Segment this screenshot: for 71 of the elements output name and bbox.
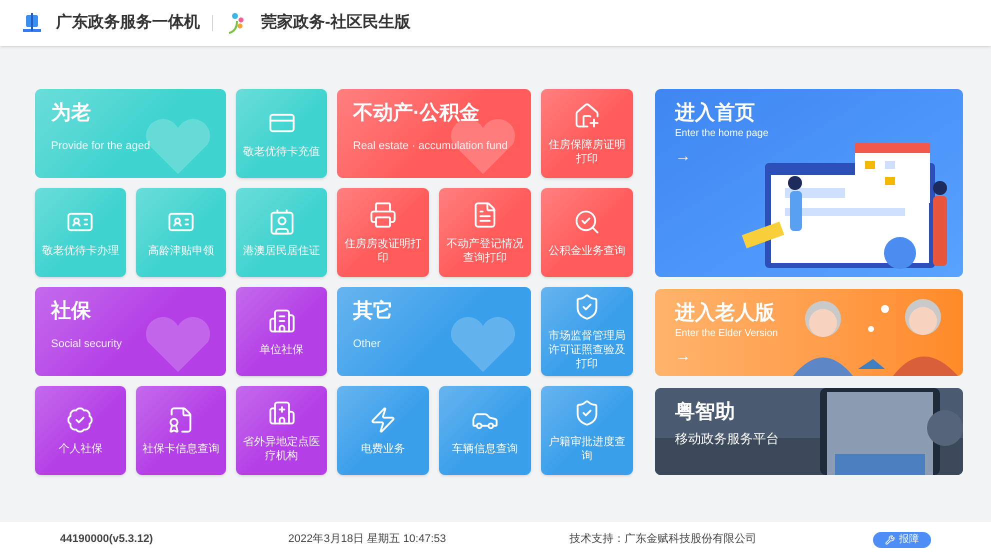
category-subtitle: Real estate · accumulation fund bbox=[353, 139, 509, 154]
entry-card[interactable]: 粤智助 移动政务服务平台 bbox=[655, 388, 963, 475]
arrow-glyph: → bbox=[675, 147, 691, 167]
service-tile[interactable]: 高龄津贴申领 bbox=[136, 188, 226, 277]
tile-label: 个人社保 bbox=[58, 442, 102, 456]
tile-label: 高龄津贴申领 bbox=[148, 244, 214, 258]
report-button[interactable]: 报障 bbox=[873, 532, 932, 548]
service-tile[interactable]: 市场监督管理局许可证照查验及打印 bbox=[541, 287, 633, 376]
service-tile[interactable]: 户籍审批进度查询 bbox=[541, 386, 633, 475]
service-icon bbox=[268, 208, 296, 236]
entry-card[interactable]: 进入首页 Enter the home page → bbox=[655, 89, 963, 277]
card-title: 粤智助 bbox=[675, 400, 736, 425]
card-subtitle: Enter the Elder Version bbox=[675, 327, 779, 341]
service-icon bbox=[573, 208, 601, 236]
card-title: 进入老人版 bbox=[675, 301, 776, 326]
category-title: 社保 bbox=[51, 299, 92, 324]
service-tile[interactable]: 省外异地定点医疗机构 bbox=[236, 386, 327, 475]
service-tile[interactable]: 公积金业务查询 bbox=[541, 188, 633, 277]
tile-label: 敬老优待卡充值 bbox=[243, 144, 320, 158]
category-tile[interactable]: 其它 Other bbox=[337, 287, 531, 376]
arrow-glyph: → bbox=[675, 347, 691, 367]
date-time: 2022年3月18日 星期五 10:47:53 bbox=[288, 532, 447, 548]
service-icon bbox=[369, 406, 397, 434]
service-tile[interactable]: 住房房改证明打印 bbox=[337, 188, 429, 277]
service-icon bbox=[573, 102, 601, 130]
card-subtitle: 移动政务服务平台 bbox=[675, 430, 780, 448]
card-title: 进入首页 bbox=[675, 101, 756, 126]
tile-label: 户籍审批进度查询 bbox=[548, 434, 626, 462]
service-icon bbox=[369, 200, 397, 228]
tile-label: 港澳居民居住证 bbox=[243, 244, 320, 258]
tile-label: 住房保障房证明打印 bbox=[548, 138, 626, 166]
tile-label: 社保卡信息查询 bbox=[142, 442, 220, 456]
category-tile[interactable]: 为老 Provide for the aged bbox=[35, 89, 226, 178]
category-title: 不动产·公积金 bbox=[353, 101, 481, 126]
category-tile[interactable]: 不动产·公积金 Real estate · accumulation fund bbox=[337, 89, 531, 178]
tile-label: 市场监督管理局许可证照查验及打印 bbox=[548, 328, 626, 370]
service-icon bbox=[268, 306, 296, 334]
tile-label: 敬老优待卡办理 bbox=[42, 244, 119, 258]
service-tile[interactable]: 个人社保 bbox=[35, 386, 126, 475]
report-icon bbox=[885, 534, 896, 544]
service-tile[interactable]: 车辆信息查询 bbox=[439, 386, 531, 475]
tile-label: 不动产登记情况查询打印 bbox=[446, 236, 524, 264]
category-subtitle: Provide for the aged bbox=[51, 139, 152, 154]
category-tile[interactable]: 社保 Social security bbox=[35, 287, 226, 376]
tile-label: 省外异地定点医疗机构 bbox=[242, 434, 322, 462]
support-info: 技术支持：广东金赋科技股份有限公司 bbox=[569, 532, 758, 548]
tile-label: 单位社保 bbox=[260, 342, 304, 356]
card-subtitle: Enter the home page bbox=[675, 127, 770, 141]
service-tile[interactable]: 社保卡信息查询 bbox=[136, 386, 226, 475]
service-icon bbox=[66, 406, 94, 434]
tile-label: 住房房改证明打印 bbox=[344, 236, 422, 264]
service-tile[interactable]: 敬老优待卡充值 bbox=[236, 89, 327, 178]
tile-label: 车辆信息查询 bbox=[452, 442, 518, 456]
header-title: 广东政务服务一体机 bbox=[56, 12, 200, 33]
category-title: 其它 bbox=[353, 299, 394, 324]
emblem-icon bbox=[20, 11, 44, 35]
category-subtitle: Other bbox=[353, 337, 382, 352]
tile-label: 电费业务 bbox=[361, 442, 405, 456]
service-tile[interactable]: 住房保障房证明打印 bbox=[541, 89, 633, 178]
header-subtitle: 莞家政务-社区民生版 bbox=[261, 12, 410, 33]
service-tile[interactable]: 单位社保 bbox=[236, 287, 327, 376]
category-title: 为老 bbox=[51, 101, 92, 126]
service-tile[interactable]: 电费业务 bbox=[337, 386, 429, 475]
service-tile[interactable]: 敬老优待卡办理 bbox=[35, 188, 126, 277]
tile-label: 公积金业务查询 bbox=[548, 244, 626, 258]
category-subtitle: Social security bbox=[51, 337, 123, 352]
entry-card[interactable]: 进入老人版 Enter the Elder Version → bbox=[655, 289, 963, 376]
service-icon bbox=[268, 398, 296, 426]
device-id: 44190000(v5.3.12) bbox=[60, 532, 154, 548]
service-tile[interactable]: 不动产登记情况查询打印 bbox=[439, 188, 531, 277]
service-tile[interactable]: 港澳居民居住证 bbox=[236, 188, 327, 277]
